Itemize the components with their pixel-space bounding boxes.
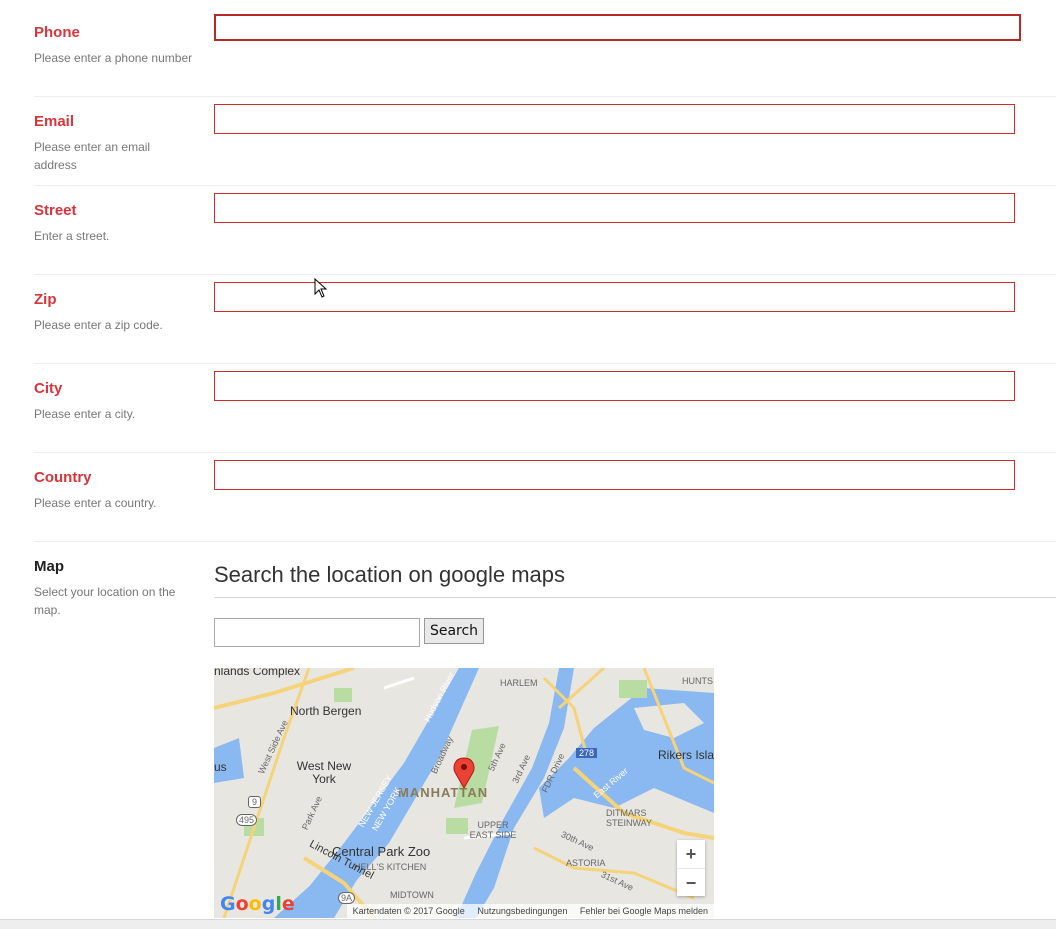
zoom-out-button[interactable]: − <box>677 868 705 897</box>
map-label-upper-east-side: UPPER EAST SIDE <box>469 820 517 840</box>
map-label-astoria: ASTORIA <box>566 858 606 868</box>
city-label: City <box>34 380 63 397</box>
country-label: Country <box>34 469 92 486</box>
country-input[interactable] <box>214 460 1015 490</box>
google-map[interactable]: nlands Complex us North Bergen West New … <box>214 668 714 918</box>
map-label-west-new-york: West New York <box>296 759 352 786</box>
zip-row: Zip Please enter a zip code. <box>34 282 1056 364</box>
map-label: Map <box>34 558 64 575</box>
map-label-us: us <box>214 760 227 774</box>
google-logo: Google <box>220 893 295 915</box>
zip-input[interactable] <box>214 282 1015 312</box>
route-shield-9: 9 <box>248 796 262 808</box>
map-label-manhattan: MANHATTAN <box>398 785 489 800</box>
phone-input[interactable] <box>214 14 1021 41</box>
map-search-title: Search the location on google maps <box>214 562 1056 598</box>
map-label-complex: nlands Complex <box>214 668 301 678</box>
map-data-credit: Kartendaten © 2017 Google <box>352 906 465 916</box>
email-input[interactable] <box>214 104 1015 134</box>
phone-help: Please enter a phone number <box>34 51 193 65</box>
country-help: Please enter a country. <box>34 496 157 510</box>
zip-help: Please enter a zip code. <box>34 318 163 332</box>
city-help: Please enter a city. <box>34 407 136 421</box>
route-shield-9a: 9A <box>338 892 356 904</box>
map-label-ditmars: DITMARS STEINWAY <box>606 808 653 828</box>
city-row: City Please enter a city. <box>34 371 1056 453</box>
map-search-input[interactable] <box>214 618 420 647</box>
map-terms-link[interactable]: Nutzungsbedingungen <box>477 906 567 916</box>
email-row: Email Please enter an email address <box>34 104 1056 186</box>
street-row: Street Enter a street. <box>34 193 1056 275</box>
map-label-midtown: MIDTOWN <box>390 890 434 900</box>
street-input[interactable] <box>214 193 1015 223</box>
footer-bar <box>0 919 1056 929</box>
email-label: Email <box>34 113 75 130</box>
city-input[interactable] <box>214 371 1015 401</box>
route-shield-495: 495 <box>236 814 258 826</box>
phone-label: Phone <box>34 24 80 41</box>
map-help: Select your location on the map. <box>34 585 176 617</box>
map-label-north-bergen: North Bergen <box>290 704 362 718</box>
street-help: Enter a street. <box>34 229 110 243</box>
mouse-cursor-icon <box>314 278 328 298</box>
map-zoom-control: + − <box>677 840 705 896</box>
email-help: Please enter an email address <box>34 140 151 172</box>
route-shield-278: 278 <box>576 748 598 758</box>
zoom-in-button[interactable]: + <box>677 840 705 868</box>
country-row: Country Please enter a country. <box>34 460 1056 542</box>
map-attribution: Kartendaten © 2017 Google Nutzungsbeding… <box>346 904 714 918</box>
map-search-button[interactable]: Search <box>424 618 484 644</box>
map-report-link[interactable]: Fehler bei Google Maps melden <box>580 906 708 916</box>
map-label-rikers: Rikers Isla <box>658 748 714 762</box>
map-label-harlem: HARLEM <box>500 678 538 688</box>
map-label-hunts: HUNTS <box>682 676 713 686</box>
street-label: Street <box>34 202 77 219</box>
phone-row: Phone Please enter a phone number <box>34 14 1056 97</box>
zip-label: Zip <box>34 291 57 308</box>
